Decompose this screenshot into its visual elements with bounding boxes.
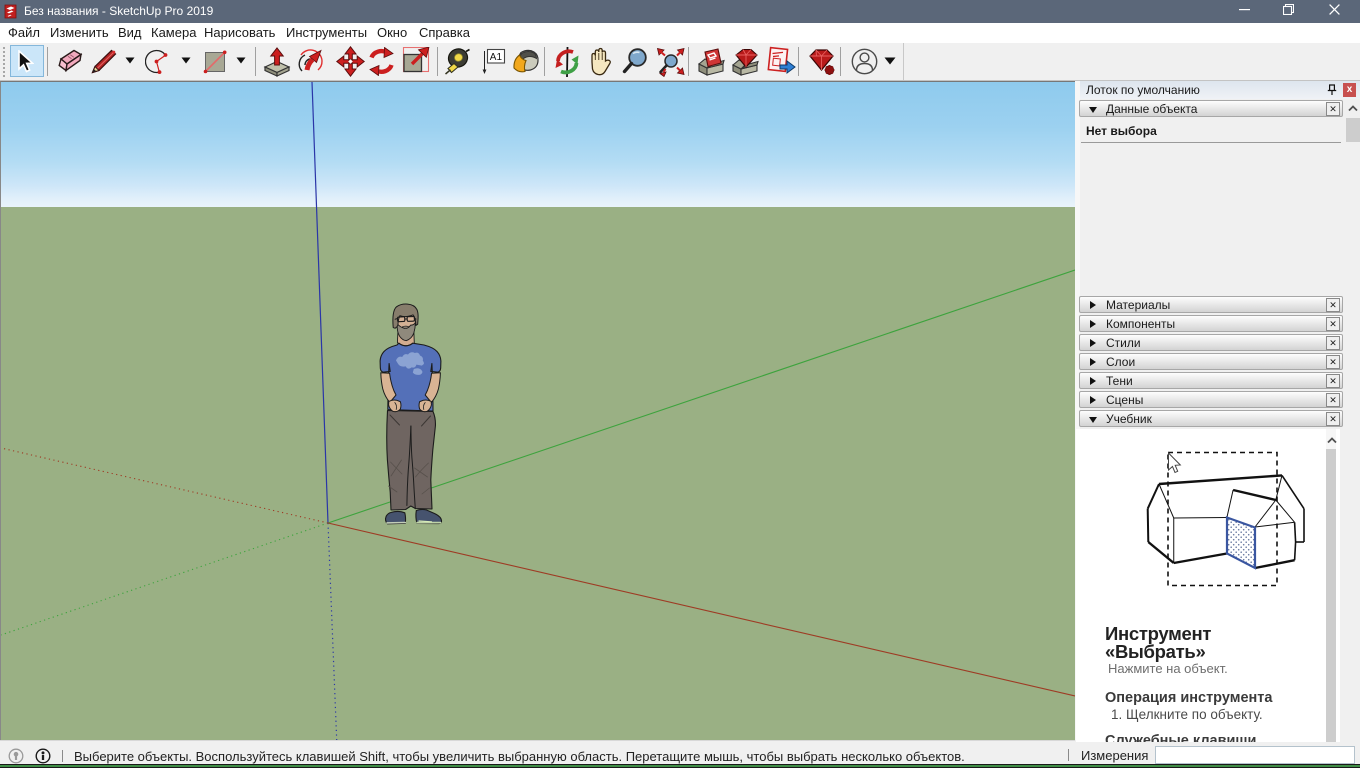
svg-text:A1: A1: [490, 52, 503, 63]
